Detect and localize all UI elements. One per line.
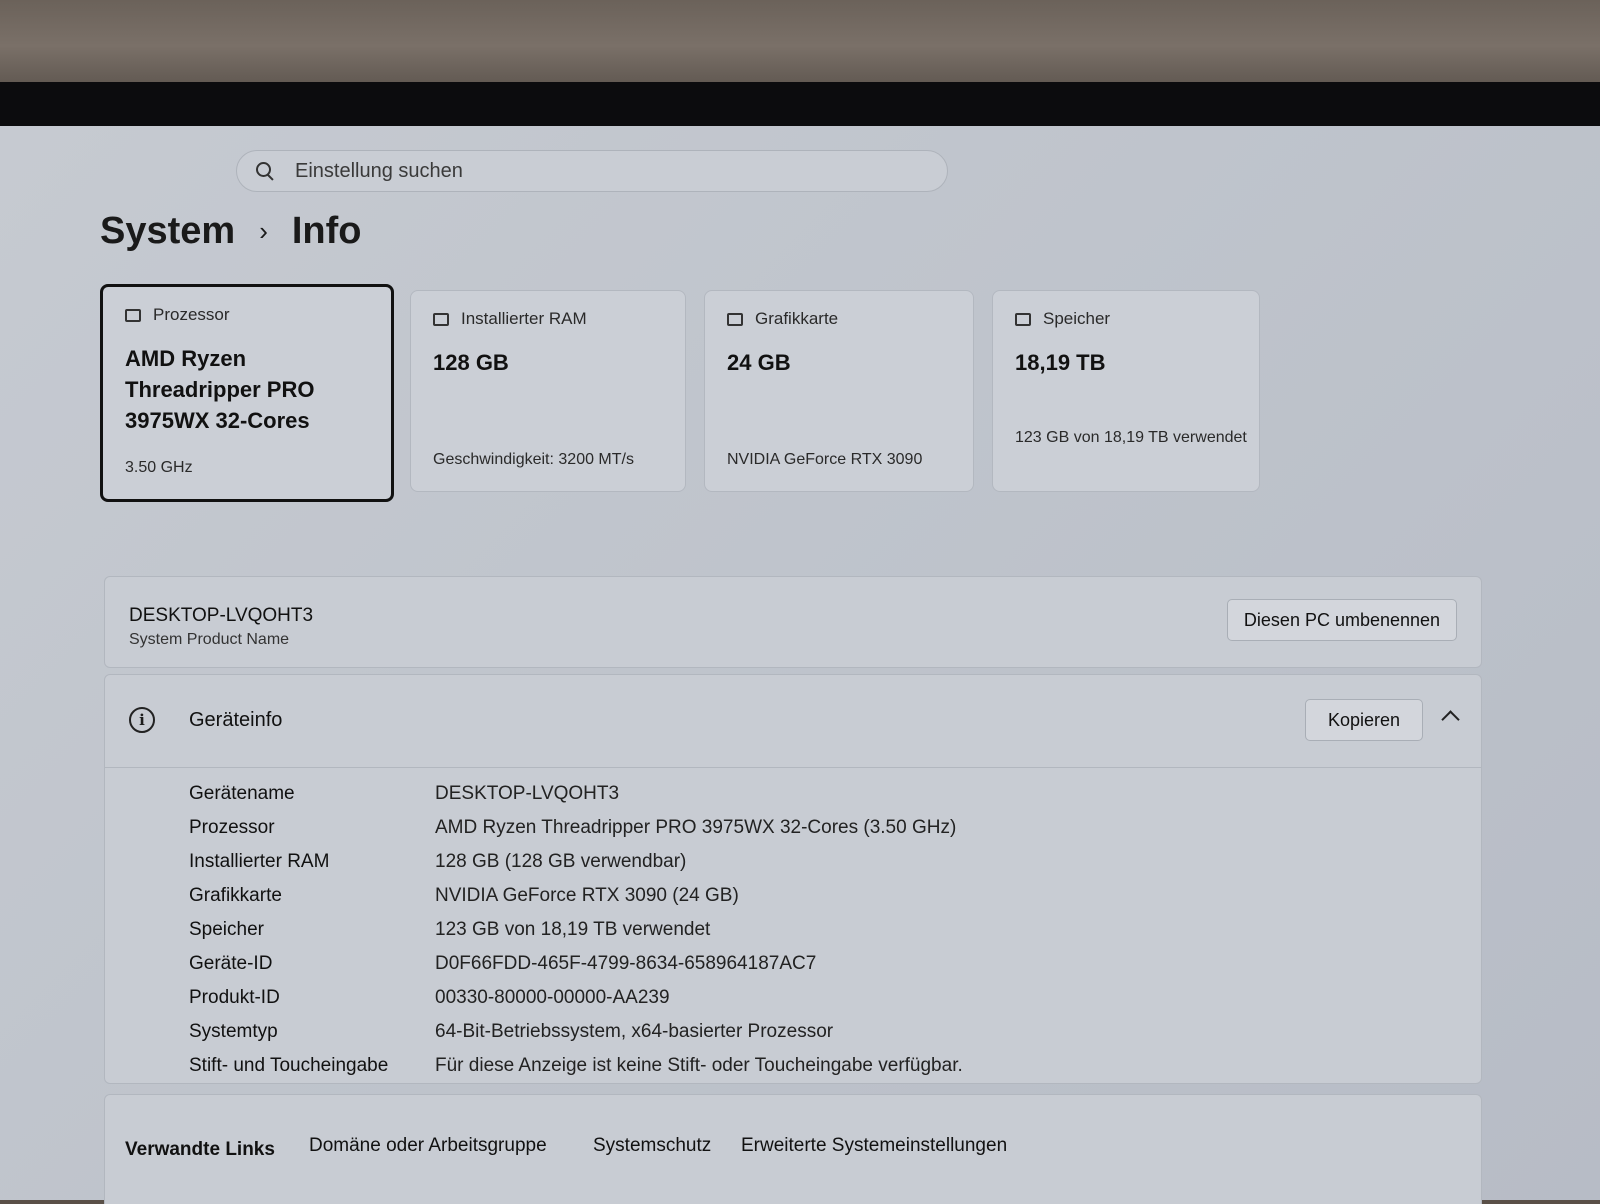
info-value: 00330-80000-00000-AA239 — [435, 987, 670, 1008]
storage-icon — [1015, 312, 1031, 326]
chevron-up-icon[interactable] — [1441, 710, 1460, 729]
info-value: 128 GB (128 GB verwendbar) — [435, 851, 687, 872]
related-links-bar: Verwandte Links Domäne oder Arbeitsgrupp… — [104, 1094, 1482, 1204]
info-key: Systemtyp — [189, 1021, 278, 1042]
link-system-protection[interactable]: Systemschutz — [593, 1135, 711, 1157]
info-key: Grafikkarte — [189, 885, 282, 906]
card-ram[interactable]: Installierter RAM 128 GB Geschwindigkeit… — [410, 290, 686, 492]
info-value: DESKTOP-LVQOHT3 — [435, 783, 620, 804]
rename-pc-button[interactable]: Diesen PC umbenennen — [1227, 599, 1457, 641]
pc-name-panel: DESKTOP-LVQOHT3 System Product Name Dies… — [104, 576, 1482, 668]
info-value: 64-Bit-Betriebssystem, x64-basierter Pro… — [435, 1021, 834, 1042]
card-gpu[interactable]: Grafikkarte 24 GB NVIDIA GeForce RTX 309… — [704, 290, 974, 492]
processor-icon — [125, 308, 141, 322]
card-sub: 3.50 GHz — [125, 459, 193, 476]
info-key: Installierter RAM — [189, 851, 330, 872]
info-key: Gerätename — [189, 783, 295, 804]
ram-icon — [433, 312, 449, 326]
link-advanced-settings[interactable]: Erweiterte Systemeinstellungen — [741, 1135, 1007, 1157]
copy-button[interactable]: Kopieren — [1305, 699, 1423, 741]
info-icon: i — [129, 707, 155, 733]
info-key: Geräte-ID — [189, 953, 273, 974]
card-label: Installierter RAM — [461, 309, 587, 328]
card-storage[interactable]: Speicher 18,19 TB 123 GB von 18,19 TB ve… — [992, 290, 1260, 492]
device-info-header[interactable]: i Geräteinfo Kopieren — [105, 675, 1481, 768]
gpu-icon — [727, 312, 743, 326]
card-label: Prozessor — [153, 305, 230, 324]
info-value: NVIDIA GeForce RTX 3090 (24 GB) — [435, 885, 739, 906]
info-value: D0F66FDD-465F-4799-8634-658964187AC7 — [435, 953, 817, 974]
info-key: Produkt-ID — [189, 987, 280, 1008]
background-wall — [0, 0, 1600, 92]
info-key: Prozessor — [189, 817, 275, 838]
card-value: 128 GB — [433, 350, 509, 375]
info-key: Speicher — [189, 919, 264, 940]
card-sub: NVIDIA GeForce RTX 3090 — [727, 451, 923, 468]
product-name: System Product Name — [129, 631, 290, 648]
chevron-right-icon: › — [259, 216, 268, 246]
page-title: Info — [291, 210, 362, 252]
search-icon — [255, 161, 275, 181]
settings-window: System › Info Prozessor AMD Ryzen Thread… — [0, 126, 1600, 1204]
breadcrumb-system[interactable]: System — [100, 210, 235, 253]
search-box[interactable] — [236, 150, 948, 192]
card-label: Speicher — [1043, 309, 1111, 328]
device-info-title: Geräteinfo — [189, 709, 283, 731]
card-processor[interactable]: Prozessor AMD Ryzen Threadripper PRO 397… — [100, 284, 394, 502]
card-label: Grafikkarte — [755, 309, 839, 328]
card-sub: Geschwindigkeit: 3200 MT/s — [433, 451, 634, 468]
link-domain-workgroup[interactable]: Domäne oder Arbeitsgruppe — [309, 1135, 547, 1157]
search-input[interactable] — [293, 158, 897, 184]
device-info-section: i Geräteinfo Kopieren Gerätename DESKTOP-… — [104, 674, 1482, 1084]
card-sub: 123 GB von 18,19 TB verwendet — [1015, 429, 1247, 446]
info-value: AMD Ryzen Threadripper PRO 3975WX 32-Cor… — [435, 817, 957, 838]
info-value: 123 GB von 18,19 TB verwendet — [435, 919, 711, 940]
card-value: 18,19 TB — [1015, 350, 1106, 375]
pc-name: DESKTOP-LVQOHT3 — [129, 605, 314, 626]
card-value: AMD Ryzen Threadripper PRO 3975WX 32-Cor… — [125, 346, 315, 433]
info-value: Für diese Anzeige ist keine Stift- oder … — [435, 1055, 963, 1076]
info-key: Stift- und Toucheingabe — [189, 1055, 389, 1076]
related-links-label: Verwandte Links — [125, 1139, 275, 1160]
breadcrumb: System › Info — [100, 210, 362, 253]
card-value: 24 GB — [727, 350, 791, 375]
